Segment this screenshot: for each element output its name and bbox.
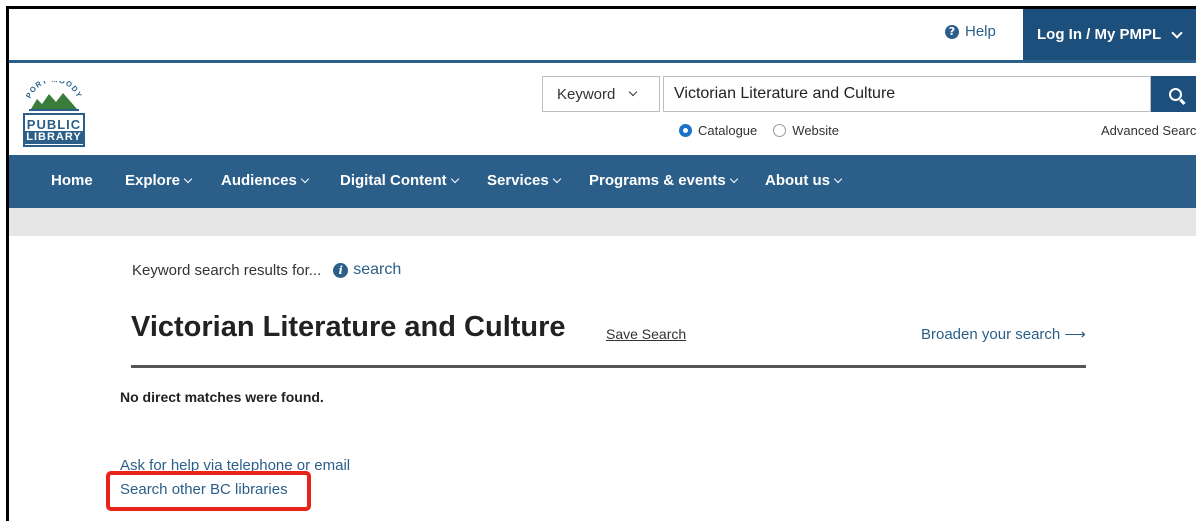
nav-home-label: Home — [51, 172, 93, 189]
info-circle-icon: i — [333, 262, 349, 278]
nav-services-label: Services — [487, 172, 549, 189]
nav-explore[interactable]: Explore — [125, 172, 193, 189]
save-search-link[interactable]: Save Search — [606, 326, 686, 342]
logo-library: LIBRARY — [25, 131, 83, 144]
nav-about-us-label: About us — [765, 172, 830, 189]
browser-viewport: ? Help Log In / My PMPL PORT MOODY PUBLI… — [6, 6, 1196, 521]
no-matches-message: No direct matches were found. — [120, 389, 324, 405]
search-button[interactable] — [1151, 76, 1196, 112]
chevron-down-icon — [629, 87, 638, 97]
logo-wordmark: PUBLIC LIBRARY — [23, 113, 85, 147]
breadcrumb-strip — [9, 208, 1196, 236]
search-info-link[interactable]: i search — [333, 261, 401, 279]
broaden-search-link[interactable]: Broaden your search ⟶ — [921, 325, 1086, 343]
library-logo[interactable]: PORT MOODY PUBLIC LIBRARY — [23, 75, 87, 149]
nav-digital-content[interactable]: Digital Content — [340, 172, 459, 189]
nav-programs-events-label: Programs & events — [589, 172, 726, 189]
nav-explore-label: Explore — [125, 172, 181, 189]
login-label: Log In / My PMPL — [1037, 26, 1162, 43]
question-circle-icon: ? — [945, 24, 959, 39]
results-intro-text: Keyword search results for... — [132, 261, 322, 279]
advanced-search-link[interactable]: Advanced Search — [1101, 123, 1196, 138]
search-scope: Catalogue Website — [679, 123, 839, 138]
title-divider — [131, 365, 1086, 368]
chevron-down-icon — [450, 174, 459, 183]
chevron-down-icon — [552, 174, 561, 183]
search-icon — [1168, 87, 1182, 101]
chevron-down-icon — [833, 174, 843, 183]
page-title: Victorian Literature and Culture — [131, 311, 566, 343]
search-type-value: Keyword — [557, 85, 616, 103]
search-input[interactable] — [663, 76, 1151, 112]
results-intro: Keyword search results for... i search — [132, 261, 401, 279]
nav-digital-content-label: Digital Content — [340, 172, 447, 189]
main-nav: Home Explore Audiences Digital Content S… — [9, 155, 1196, 208]
help-link[interactable]: ? Help — [945, 23, 996, 40]
chevron-down-icon — [300, 174, 310, 183]
highlight-box — [106, 471, 311, 511]
chevron-down-icon — [729, 174, 738, 183]
nav-about-us[interactable]: About us — [765, 172, 843, 189]
help-label: Help — [965, 23, 996, 40]
svg-text:PORT MOODY: PORT MOODY — [24, 81, 84, 100]
nav-services[interactable]: Services — [487, 172, 561, 189]
search-info-label: search — [353, 261, 402, 278]
top-utility-bar: ? Help Log In / My PMPL — [9, 9, 1196, 63]
chevron-down-icon — [1171, 26, 1183, 39]
broaden-label: Broaden your search — [921, 326, 1061, 343]
radio-catalogue[interactable] — [679, 124, 692, 137]
nav-home[interactable]: Home — [51, 172, 93, 189]
scope-catalogue-label: Catalogue — [698, 123, 758, 138]
nav-programs-events[interactable]: Programs & events — [589, 172, 738, 189]
nav-audiences-label: Audiences — [221, 172, 297, 189]
logo-emblem: PORT MOODY — [23, 75, 85, 111]
chevron-down-icon — [183, 174, 193, 183]
arrow-right-icon: ⟶ — [1064, 326, 1086, 343]
scope-website-label: Website — [792, 123, 840, 138]
radio-website[interactable] — [773, 124, 787, 137]
search-type-select[interactable]: Keyword — [542, 76, 660, 112]
logo-public: PUBLIC — [26, 117, 82, 132]
login-button[interactable]: Log In / My PMPL — [1023, 9, 1196, 60]
logo-arc-text: PORT MOODY — [24, 75, 83, 100]
nav-audiences[interactable]: Audiences — [221, 172, 310, 189]
